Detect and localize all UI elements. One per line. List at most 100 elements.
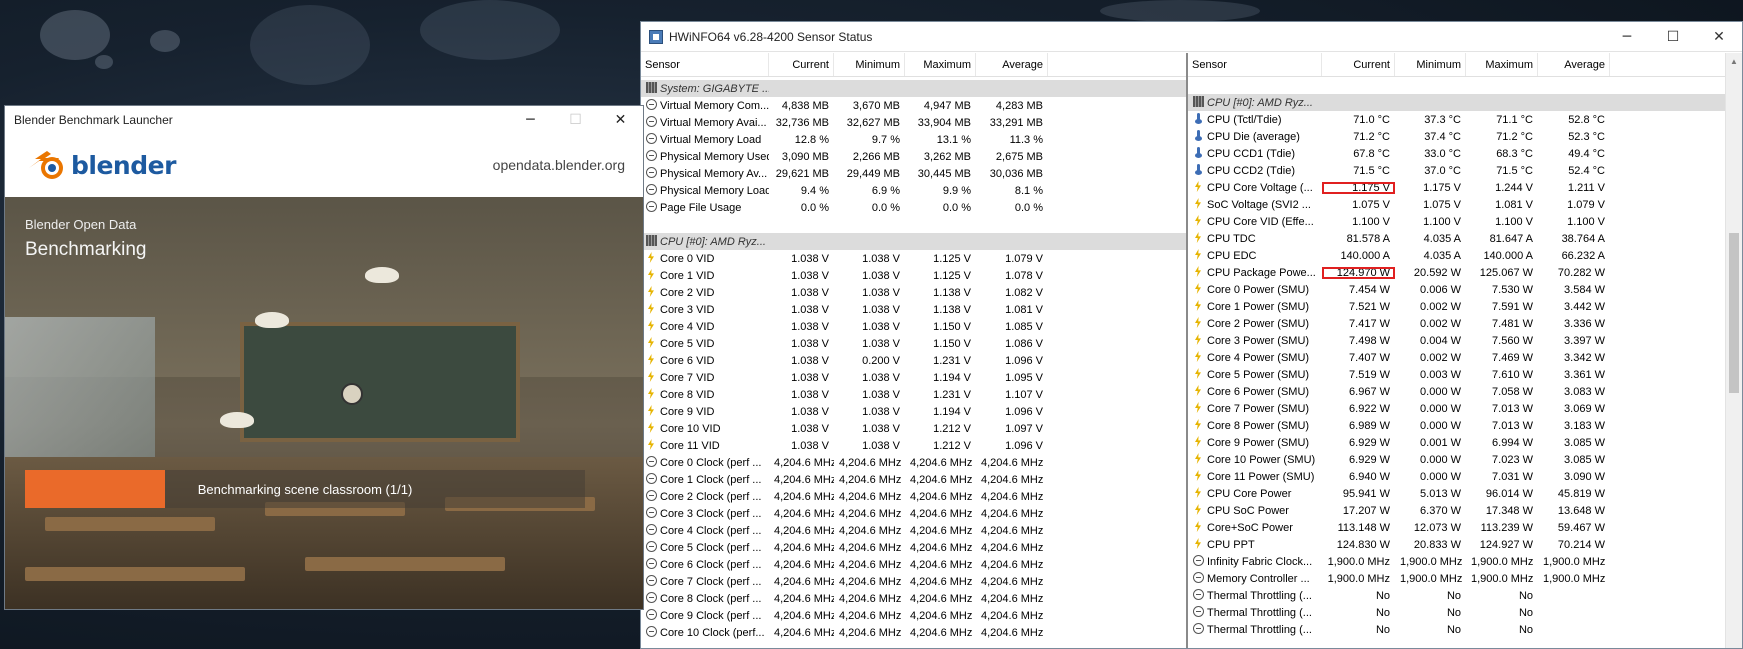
sensor-row[interactable]: Physical Memory Load 9.4 % 6.9 % 9.9 % 8.1 % <box>641 182 1186 199</box>
sensor-value-cell: 45.819 W <box>1538 488 1610 500</box>
sensor-row[interactable]: Thermal Throttling (... No No No <box>1188 604 1742 621</box>
sensor-row[interactable]: Core 2 Clock (perf ... 4,204.6 MHz 4,204.6… <box>641 488 1186 505</box>
sensor-row[interactable]: Core 8 Clock (perf ... 4,204.6 MHz 4,204.6… <box>641 590 1186 607</box>
opendata-link[interactable]: opendata.blender.org <box>493 157 625 173</box>
sensor-row[interactable]: Core 4 VID 1.038 V 1.038 V 1.150 V 1.085 V <box>641 318 1186 335</box>
sensor-group-row[interactable]: System: GIGABYTE ... <box>641 80 1186 97</box>
scroll-up-icon[interactable]: ▲ <box>1726 53 1742 70</box>
close-button[interactable]: ✕ <box>1696 22 1742 52</box>
sensor-row[interactable]: CPU Package Powe... 124.970 W 20.592 W 125.… <box>1188 264 1742 281</box>
sensor-row[interactable]: Core 7 Clock (perf ... 4,204.6 MHz 4,204.6… <box>641 573 1186 590</box>
sensor-row[interactable]: Core 5 Clock (perf ... 4,204.6 MHz 4,204.6… <box>641 539 1186 556</box>
bolt-icon <box>1193 419 1204 430</box>
sensor-row[interactable]: Core 9 Power (SMU) 6.929 W 0.001 W 6.994 W 3… <box>1188 434 1742 451</box>
blender-titlebar[interactable]: Blender Benchmark Launcher ─ ☐ ✕ <box>5 106 643 133</box>
sensor-row[interactable]: Thermal Throttling (... No No No <box>1188 621 1742 638</box>
column-header-sensor[interactable]: Sensor <box>641 53 769 76</box>
sensor-row[interactable]: Core 11 VID 1.038 V 1.038 V 1.212 V 1.096 V <box>641 437 1186 454</box>
scrollbar-thumb[interactable] <box>1729 233 1739 393</box>
sensor-value-cell: 13.648 W <box>1538 505 1610 517</box>
column-header-minimum[interactable]: Minimum <box>1395 53 1466 76</box>
sensor-row[interactable]: Core+SoC Power 113.148 W 12.073 W 113.239 W… <box>1188 519 1742 536</box>
column-header-minimum[interactable]: Minimum <box>834 53 905 76</box>
vertical-scrollbar[interactable]: ▲ <box>1725 53 1742 648</box>
sensor-row[interactable]: Physical Memory Av... 29,621 MB 29,449 MB 3… <box>641 165 1186 182</box>
sensor-row[interactable]: Core 1 VID 1.038 V 1.038 V 1.125 V 1.078 V <box>641 267 1186 284</box>
sensor-row[interactable]: Core 7 Power (SMU) 6.922 W 0.000 W 7.013 W 3… <box>1188 400 1742 417</box>
sensor-row[interactable]: CPU (Tctl/Tdie) 71.0 °C 37.3 °C 71.1 °C 52.8… <box>1188 111 1742 128</box>
sensor-row[interactable]: Thermal Throttling (... No No No <box>1188 587 1742 604</box>
sensor-row[interactable]: Core 2 VID 1.038 V 1.038 V 1.138 V 1.082 V <box>641 284 1186 301</box>
sensor-row[interactable]: Core 6 Power (SMU) 6.967 W 0.000 W 7.058 W 3… <box>1188 383 1742 400</box>
sensor-row[interactable]: CPU PPT 124.830 W 20.833 W 124.927 W 70.214 … <box>1188 536 1742 553</box>
sensor-row[interactable]: Core 8 Power (SMU) 6.989 W 0.000 W 7.013 W 3… <box>1188 417 1742 434</box>
maximize-button[interactable]: ☐ <box>1650 22 1696 52</box>
blender-close-button[interactable]: ✕ <box>598 106 643 133</box>
sensor-value: 1.038 V <box>791 354 829 367</box>
sensor-row[interactable]: Core 2 Power (SMU) 7.417 W 0.002 W 7.481 W 3… <box>1188 315 1742 332</box>
sensor-row[interactable]: CPU CCD1 (Tdie) 67.8 °C 33.0 °C 68.3 °C 49.4… <box>1188 145 1742 162</box>
sensor-group-row[interactable]: CPU [#0]: AMD Ryz... <box>1188 94 1742 111</box>
minimize-button[interactable]: ─ <box>1604 22 1650 52</box>
sensor-row[interactable]: CPU EDC 140.000 A 4.035 A 140.000 A 66.232 A <box>1188 247 1742 264</box>
sensor-row[interactable]: CPU Core Voltage (... 1.175 V 1.175 V 1.244… <box>1188 179 1742 196</box>
bolt-icon <box>1193 351 1204 362</box>
sensor-row[interactable]: CPU CCD2 (Tdie) 71.5 °C 37.0 °C 71.5 °C 52.4… <box>1188 162 1742 179</box>
blender-minimize-button[interactable]: ─ <box>508 106 553 133</box>
bolt-icon <box>1193 334 1204 345</box>
sensor-row[interactable]: Core 3 Clock (perf ... 4,204.6 MHz 4,204.6… <box>641 505 1186 522</box>
sensor-row[interactable]: Core 7 VID 1.038 V 1.038 V 1.194 V 1.095 V <box>641 369 1186 386</box>
sensor-row[interactable]: CPU Core VID (Effe... 1.100 V 1.100 V 1.100… <box>1188 213 1742 230</box>
sensor-row[interactable]: Core 5 Power (SMU) 7.519 W 0.003 W 7.610 W 3… <box>1188 366 1742 383</box>
sensor-name-cell: Core 6 Power (SMU) <box>1188 385 1322 398</box>
hwinfo-titlebar[interactable]: HWiNFO64 v6.28-4200 Sensor Status ─ ☐ ✕ <box>641 22 1742 52</box>
column-header-sensor[interactable]: Sensor <box>1188 53 1322 76</box>
sensor-row[interactable]: Memory Controller ... 1,900.0 MHz 1,900.0 … <box>1188 570 1742 587</box>
sensor-row[interactable]: Core 10 VID 1.038 V 1.038 V 1.212 V 1.097 V <box>641 420 1186 437</box>
sensor-row[interactable]: Core 9 VID 1.038 V 1.038 V 1.194 V 1.096 V <box>641 403 1186 420</box>
sensor-row[interactable]: Core 10 Clock (perf... 4,204.6 MHz 4,204.6… <box>641 624 1186 641</box>
sensor-value: 4,204.6 MHz <box>981 592 1044 605</box>
sensor-group-row[interactable]: CPU [#0]: AMD Ryz... <box>641 233 1186 250</box>
column-header-average[interactable]: Average <box>976 53 1048 76</box>
sensor-row[interactable]: SoC Voltage (SVI2 ... 1.075 V 1.075 V 1.081… <box>1188 196 1742 213</box>
sensor-row[interactable]: Core 3 Power (SMU) 7.498 W 0.004 W 7.560 W 3… <box>1188 332 1742 349</box>
column-header-maximum[interactable]: Maximum <box>1466 53 1538 76</box>
sensor-row[interactable]: Core 4 Power (SMU) 7.407 W 0.002 W 7.469 W 3… <box>1188 349 1742 366</box>
sensor-row[interactable]: Core 5 VID 1.038 V 1.038 V 1.150 V 1.086 V <box>641 335 1186 352</box>
sensor-row[interactable]: Infinity Fabric Clock... 1,900.0 MHz 1,900… <box>1188 553 1742 570</box>
sensor-name: Core 8 Clock (perf ... <box>660 593 762 605</box>
clock-icon <box>646 456 657 467</box>
sensor-row[interactable]: Virtual Memory Load 12.8 % 9.7 % 13.1 % 11.3… <box>641 131 1186 148</box>
sensor-row[interactable]: Core 9 Clock (perf ... 4,204.6 MHz 4,204.6… <box>641 607 1186 624</box>
sensor-row[interactable]: CPU Core Power 95.941 W 5.013 W 96.014 W 45.… <box>1188 485 1742 502</box>
column-header-maximum[interactable]: Maximum <box>905 53 976 76</box>
sensor-row[interactable]: Core 1 Clock (perf ... 4,204.6 MHz 4,204.6… <box>641 471 1186 488</box>
column-header-current[interactable]: Current <box>1322 53 1395 76</box>
sensor-row[interactable]: Core 10 Power (SMU) 6.929 W 0.000 W 7.023 W… <box>1188 451 1742 468</box>
column-header-current[interactable]: Current <box>769 53 834 76</box>
sensor-row[interactable]: CPU Die (average) 71.2 °C 37.4 °C 71.2 °C 52… <box>1188 128 1742 145</box>
column-header-average[interactable]: Average <box>1538 53 1610 76</box>
sensor-row[interactable]: Virtual Memory Com... 4,838 MB 3,670 MB 4,9… <box>641 97 1186 114</box>
sensor-row[interactable]: Page File Usage 0.0 % 0.0 % 0.0 % 0.0 % <box>641 199 1186 216</box>
sensor-value-cell: 9.9 % <box>905 185 976 197</box>
sensor-row[interactable]: Physical Memory Used 3,090 MB 2,266 MB 3,26… <box>641 148 1186 165</box>
sensor-value-cell: 68.3 °C <box>1466 148 1538 160</box>
sensor-row[interactable]: Core 8 VID 1.038 V 1.038 V 1.231 V 1.107 V <box>641 386 1186 403</box>
sensor-row[interactable]: CPU TDC 81.578 A 4.035 A 81.647 A 38.764 A <box>1188 230 1742 247</box>
sensor-row[interactable]: Core 4 Clock (perf ... 4,204.6 MHz 4,204.6… <box>641 522 1186 539</box>
sensor-value-cell: 1.095 V <box>976 372 1048 384</box>
sensor-row[interactable]: Virtual Memory Avai... 32,736 MB 32,627 MB… <box>641 114 1186 131</box>
sensor-row[interactable]: Core 0 VID 1.038 V 1.038 V 1.125 V 1.079 V <box>641 250 1186 267</box>
sensor-row[interactable]: Core 6 VID 1.038 V 0.200 V 1.231 V 1.096 V <box>641 352 1186 369</box>
sensor-row[interactable]: Core 6 Clock (perf ... 4,204.6 MHz 4,204.6… <box>641 556 1186 573</box>
sensor-value: 1.038 V <box>791 320 829 333</box>
sensor-row[interactable]: Core 0 Power (SMU) 7.454 W 0.006 W 7.530 W 3… <box>1188 281 1742 298</box>
sensor-row[interactable]: Core 0 Clock (perf ... 4,204.6 MHz 4,204.6… <box>641 454 1186 471</box>
sensor-row[interactable]: Core 1 Power (SMU) 7.521 W 0.002 W 7.591 W 3… <box>1188 298 1742 315</box>
sensor-value-cell: 1,900.0 MHz <box>1538 573 1610 585</box>
sensor-row[interactable]: CPU SoC Power 17.207 W 6.370 W 17.348 W 13.6… <box>1188 502 1742 519</box>
sensor-row[interactable]: Core 11 Power (SMU) 6.940 W 0.000 W 7.031 W… <box>1188 468 1742 485</box>
sensor-row[interactable]: Core 3 VID 1.038 V 1.038 V 1.138 V 1.081 V <box>641 301 1186 318</box>
